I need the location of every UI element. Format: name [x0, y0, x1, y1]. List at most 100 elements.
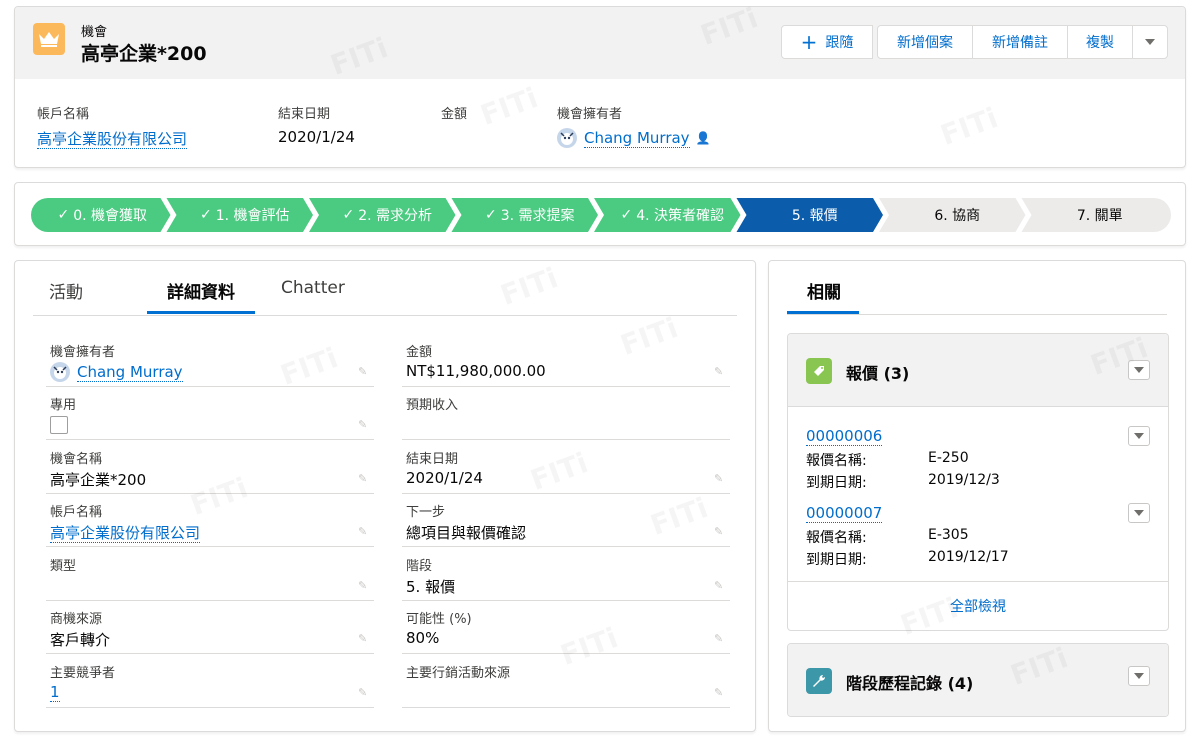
item-menu-button[interactable]: [1128, 503, 1150, 523]
opportunity-crown-icon: [33, 23, 65, 55]
stage-history-title[interactable]: 階段歷程記錄 (4): [846, 670, 973, 694]
path-stage-label: 1. 機會評估: [215, 208, 290, 224]
sales-path: ✓ 0. 機會獲取 ✓ 1. 機會評估 ✓ 2. 需求分析 ✓ 3. 需求提案 ✓ 4. 決策者確…: [14, 182, 1186, 246]
pencil-icon[interactable]: ✎: [358, 632, 370, 645]
follow-button[interactable]: + 跟隨: [781, 25, 873, 59]
pencil-icon[interactable]: ✎: [714, 579, 726, 592]
field-account-name: 帳戶名稱 高亭企業股份有限公司 ✎: [46, 495, 374, 547]
object-label: 機會: [81, 25, 108, 40]
field-private: 專用 ✎: [46, 388, 374, 440]
pencil-icon[interactable]: ✎: [358, 418, 370, 431]
pencil-icon[interactable]: ✎: [358, 579, 370, 592]
pencil-icon[interactable]: ✎: [714, 686, 726, 699]
chevron-down-icon: [1145, 39, 1155, 45]
tab-details[interactable]: 詳細資料: [147, 278, 255, 303]
tab-activity[interactable]: 活動: [49, 278, 83, 303]
path-stage-4[interactable]: ✓ 4. 決策者確認: [601, 198, 744, 232]
account-link[interactable]: 高亭企業股份有限公司: [50, 524, 201, 543]
field-label: 階段: [406, 559, 433, 574]
field-label: 預期收入: [406, 398, 459, 413]
account-link[interactable]: 高亭企業股份有限公司: [37, 130, 188, 149]
header-field-owner: 機會擁有者 Chang Murray 👤: [557, 103, 711, 148]
quote-number-link[interactable]: 00000006: [806, 427, 883, 446]
stage-history-header: 階段歷程記錄 (4): [788, 644, 1168, 716]
field-label: 專用: [50, 398, 77, 413]
pencil-icon[interactable]: ✎: [714, 525, 726, 538]
pencil-icon[interactable]: ✎: [714, 365, 726, 378]
pencil-icon[interactable]: ✎: [714, 632, 726, 645]
path-stage-label: 6. 協商: [934, 208, 981, 224]
check-icon: ✓: [199, 207, 212, 223]
field-label: 結束日期: [406, 452, 459, 467]
private-checkbox[interactable]: [50, 416, 68, 434]
field-opportunity-name: 機會名稱 高亭企業*200 ✎: [46, 442, 374, 494]
header-actions: + 跟隨 新增個案 新增備註 複製: [781, 25, 1168, 59]
quotes-title[interactable]: 報價 (3): [846, 360, 909, 384]
path-stage-3[interactable]: ✓ 3. 需求提案: [459, 198, 602, 232]
field-label: 結束日期: [278, 107, 331, 122]
tab-chatter[interactable]: Chatter: [281, 278, 345, 298]
clone-button[interactable]: 複製: [1067, 25, 1133, 59]
path-stage-7[interactable]: 7. 關單: [1029, 198, 1172, 232]
record-header: 機會 高亭企業*200 + 跟隨 新增個案 新增備註 複製 帳戶名稱 高亭企業股…: [14, 6, 1186, 168]
field-label: 金額: [441, 107, 468, 122]
view-all-link[interactable]: 全部檢視: [788, 581, 1168, 630]
path-stage-label: 7. 關單: [1076, 208, 1123, 224]
field-value: 總項目與報價確認: [406, 524, 527, 542]
wrench-icon: [806, 668, 832, 694]
tab-divider: [787, 314, 1167, 315]
path-stage-0[interactable]: ✓ 0. 機會獲取: [31, 198, 174, 232]
field-type: 類型 ✎: [46, 549, 374, 601]
field-label: 帳戶名稱: [50, 505, 103, 520]
chevron-down-icon: [1134, 510, 1144, 516]
tab-bar: 活動 詳細資料 Chatter: [33, 261, 737, 316]
stage-history-menu-button[interactable]: [1128, 666, 1150, 686]
field-expected-revenue: 預期收入: [402, 388, 730, 440]
check-icon: ✓: [484, 207, 497, 223]
field-label: 機會名稱: [50, 452, 103, 467]
path-stage-1[interactable]: ✓ 1. 機會評估: [174, 198, 317, 232]
list-item: 00000007 報價名稱: E-305 到期日期: 2019/12/17: [806, 503, 1150, 568]
field-label: 帳戶名稱: [37, 107, 90, 122]
change-owner-icon[interactable]: ✎: [358, 365, 370, 378]
pencil-icon[interactable]: ✎: [358, 525, 370, 538]
item-menu-button[interactable]: [1128, 426, 1150, 446]
path-stage-6[interactable]: 6. 協商: [886, 198, 1029, 232]
quotes-header: 報價 (3): [788, 334, 1168, 407]
pencil-icon[interactable]: ✎: [358, 686, 370, 699]
active-tab-indicator: [147, 311, 255, 314]
field-value: 客戶轉介: [50, 631, 111, 649]
owner-link[interactable]: Chang Murray: [584, 129, 690, 148]
path-stages: ✓ 0. 機會獲取 ✓ 1. 機會評估 ✓ 2. 需求分析 ✓ 3. 需求提案 ✓ 4. 決策者確…: [31, 198, 1171, 232]
owner-link[interactable]: Chang Murray: [77, 363, 183, 382]
quotes-menu-button[interactable]: [1128, 360, 1150, 380]
field-competitor: 主要競爭者 1 ✎: [46, 656, 374, 708]
quote-name-link[interactable]: E-250: [928, 450, 969, 466]
more-actions-button[interactable]: [1132, 25, 1168, 59]
path-stage-5[interactable]: 5. 報價: [744, 198, 887, 232]
competitor-link[interactable]: 1: [50, 683, 60, 702]
new-case-button[interactable]: 新增個案: [877, 25, 973, 59]
field-value: 5. 報價: [406, 578, 456, 596]
field-value: NT$11,980,000.00: [406, 362, 546, 380]
change-owner-icon[interactable]: 👤: [696, 131, 711, 145]
expiration-label: 到期日期:: [806, 552, 867, 568]
check-icon: ✓: [342, 207, 355, 223]
field-owner: 機會擁有者 Chang Murray ✎: [46, 335, 374, 387]
field-value: 80%: [406, 629, 440, 647]
tab-related[interactable]: 相關: [807, 278, 841, 303]
pencil-icon[interactable]: ✎: [358, 472, 370, 485]
check-icon: ✓: [57, 207, 70, 223]
field-lead-source: 商機來源 客戶轉介 ✎: [46, 602, 374, 654]
path-stage-2[interactable]: ✓ 2. 需求分析: [316, 198, 459, 232]
field-label: 機會擁有者: [50, 345, 116, 360]
field-value: 2020/1/24: [406, 469, 483, 487]
new-note-button[interactable]: 新增備註: [972, 25, 1068, 59]
stage-history-related-list: 階段歷程記錄 (4): [787, 643, 1169, 717]
quote-name-link[interactable]: E-305: [928, 527, 969, 543]
field-label: 下一步: [406, 505, 446, 520]
quote-number-link[interactable]: 00000007: [806, 504, 883, 523]
field-close-date: 結束日期 2020/1/24 ✎: [402, 442, 730, 494]
quote-name-label: 報價名稱:: [806, 530, 867, 546]
pencil-icon[interactable]: ✎: [714, 472, 726, 485]
